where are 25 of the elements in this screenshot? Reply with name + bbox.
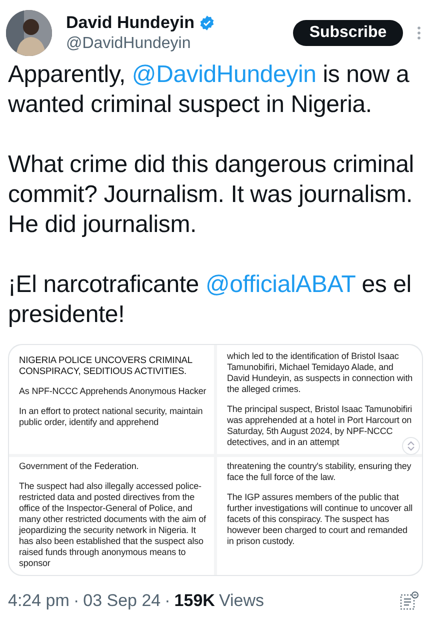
document-paragraph: Government of the Federation.	[19, 461, 140, 472]
tweet-text: Apparently, @DavidHundeyin is now a wanted criminal suspect in Nigeria.	[8, 60, 410, 120]
document-paragraph: The IGP assures members of the public that further investigations will continue to uncover all facets of this conspiracy. The suspect has however been charged to court and remanded in prison custody.	[227, 492, 414, 547]
separator-dot: ·	[73, 590, 80, 612]
document-paragraph: which led to the identification of Bristol Isaac Tamunobifiri, Michael Temidayo Alade, and David Hundeyin, as suspects in connection with the alleged crimes.	[227, 351, 414, 395]
document-heading: NIGERIA POLICE UNCOVERS CRIMINAL CONSPIRACY, SEDITIOUS ACTIVITIES.	[19, 355, 194, 377]
views-count: 159K	[174, 590, 215, 612]
mention-link[interactable]: @DavidHundeyin	[132, 61, 316, 88]
separator-dot: ·	[164, 590, 170, 612]
document-paragraph: In an effort to protect national security, maintain public order, identify and apprehend	[19, 406, 204, 428]
post-date: 03 Sep 24	[83, 590, 161, 612]
tweet-text: ¡El narcotraficante @officialABAT es el presidente!	[8, 270, 412, 330]
mention-link[interactable]: @officialABAT	[205, 271, 356, 298]
avatar[interactable]	[6, 10, 52, 56]
author-name: David Hundeyin	[66, 12, 194, 34]
tweet-text: What crime did this dangerous criminal commit? Journalism. It was journalism. He did journalism.	[8, 150, 415, 240]
document-paragraph: The principal suspect, Bristol Isaac Tamunobifiri was apprehended at a hotel in Port Harcourt on Saturday, 5th August 2024, by NPF-NCCC detectives, and in an attempt	[227, 404, 414, 448]
author-handle: @DavidHundeyin	[66, 34, 192, 54]
post-time: 4:24 pm	[8, 590, 70, 612]
document-paragraph: As NPF-NCCC Apprehends Anonymous Hacker	[19, 386, 208, 397]
document-paragraph: The suspect had also illegally accessed police-restricted data and posted directives from the office of the Inspector-General of Police, and many other restricted documents with the aim of jeopardizing the security network in Nigeria. It has also been established that the suspect also raised funds through anonymous means to sponsor	[19, 481, 207, 569]
list-icon[interactable]	[399, 590, 419, 611]
views-label: Views	[218, 590, 264, 612]
subscribe-button[interactable]: Subscribe	[293, 20, 403, 46]
document-paragraph: threatening the country's stability, ensuring they face the full force of the law.	[227, 461, 412, 483]
